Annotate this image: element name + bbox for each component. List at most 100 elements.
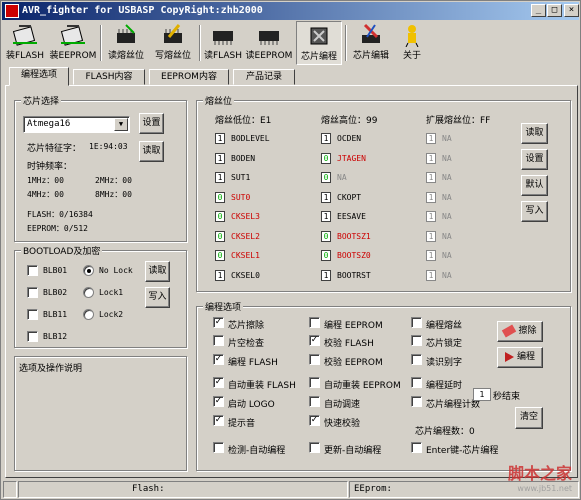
load-eeprom-button[interactable]: 装EEPROM: [49, 21, 97, 65]
option-checkbox[interactable]: [213, 335, 224, 346]
blb12-checkbox[interactable]: [27, 331, 38, 342]
fuse-bit-box[interactable]: 0: [215, 250, 225, 261]
read-flash-button[interactable]: 读FLASH: [203, 21, 243, 65]
tab-product-record[interactable]: 产品记录: [233, 69, 295, 85]
blb11-checkbox[interactable]: [27, 309, 38, 320]
read-eeprom-button[interactable]: 读EEPROM: [245, 21, 293, 65]
option-checkbox[interactable]: [411, 396, 422, 407]
about-icon: [398, 23, 426, 48]
fuse-bit-box[interactable]: 1: [426, 230, 436, 242]
option-checkbox[interactable]: [411, 377, 422, 388]
close-button[interactable]: ×: [564, 4, 579, 17]
option-checkbox[interactable]: [411, 335, 422, 346]
option-checkbox[interactable]: [309, 317, 320, 328]
fuse-bit-name: CKSEL1: [231, 251, 260, 260]
fuse-bit-box[interactable]: 1: [426, 133, 436, 144]
fuse-bit-box[interactable]: 1: [426, 211, 436, 222]
fuse-bit-box[interactable]: 1: [321, 133, 331, 144]
option-checkbox[interactable]: ✓: [213, 415, 224, 426]
option-label: 检测-自动编程: [228, 446, 286, 456]
program-options-group: 编程选项 ✓ 芯片擦除 编程 EEPROM 编程熔丝 片空检查 ✓ 校验 FLASH 芯片锁定…: [196, 300, 571, 471]
about-button[interactable]: 关于: [397, 21, 427, 65]
option-checkbox[interactable]: ✓: [213, 317, 224, 328]
program-button[interactable]: 编程: [497, 347, 543, 368]
chip-edit-button[interactable]: 芯片编辑: [349, 21, 393, 65]
fuse-bit-name: NA: [337, 173, 347, 182]
minimize-button[interactable]: _: [531, 4, 546, 17]
fuse-bit-box[interactable]: 1: [426, 269, 436, 281]
fuse-bit-box[interactable]: 0: [215, 191, 225, 203]
option-checkbox[interactable]: [309, 377, 320, 388]
fuse-low-title: 熔丝低位：E1: [215, 116, 272, 126]
fuse-bit-box[interactable]: 1: [321, 269, 331, 281]
load-flash-button[interactable]: 装FLASH: [5, 21, 45, 65]
clear-button[interactable]: 清空: [515, 407, 543, 429]
fuse-write-button[interactable]: 写入: [521, 201, 548, 222]
fuse-bit-box[interactable]: 0: [321, 152, 331, 164]
maximize-button[interactable]: □: [547, 4, 562, 17]
option-checkbox[interactable]: ✓: [309, 415, 320, 426]
clock-4mhz: 4MHz：00: [27, 190, 64, 199]
lock1-radio[interactable]: [83, 287, 94, 298]
erase-button[interactable]: 擦除: [497, 321, 543, 342]
option-checkbox[interactable]: ✓: [213, 354, 224, 365]
blb02-label: BLB02: [43, 288, 68, 297]
blb01-checkbox[interactable]: [27, 265, 38, 276]
fuse-bit-box[interactable]: 1: [321, 191, 331, 203]
signature-label: 芯片特征字：: [27, 144, 82, 154]
option-checkbox[interactable]: ✓: [309, 335, 320, 346]
window-title: AVR_fighter for USBASP CopyRight:zhb2000: [22, 5, 263, 16]
option-checkbox[interactable]: [309, 354, 320, 365]
watermark-text: 脚本之家: [507, 464, 572, 483]
option-checkbox[interactable]: ✓: [213, 377, 224, 388]
tab-eeprom-content[interactable]: EEPROM内容: [149, 69, 229, 85]
fuse-bit-name: SUT1: [231, 173, 251, 182]
chip-model-select[interactable]: Atmega16 ▼: [23, 116, 130, 133]
read-flash-label: 读FLASH: [203, 51, 243, 61]
fuse-bit-box[interactable]: 1: [426, 250, 436, 261]
lock2-radio[interactable]: [83, 309, 94, 320]
fuse-set-button[interactable]: 设置: [521, 149, 548, 170]
fuse-bit-box[interactable]: 0: [321, 172, 331, 183]
chip-read-button[interactable]: 读取: [139, 141, 164, 162]
fuse-bit-name: OCDEN: [337, 134, 362, 143]
chip-set-button[interactable]: 设置: [139, 113, 164, 134]
load-flash-label: 装FLASH: [5, 51, 45, 61]
fuse-bit-box[interactable]: 0: [215, 230, 225, 242]
delay-stepper[interactable]: 1: [473, 388, 491, 401]
bootlock-write-button[interactable]: 写入: [145, 287, 170, 308]
fuse-bit-box[interactable]: 0: [215, 211, 225, 222]
fuse-bit-box[interactable]: 1: [215, 133, 225, 144]
fuse-bit-box[interactable]: 1: [426, 172, 436, 183]
option-checkbox[interactable]: [411, 317, 422, 328]
fuse-bit-box[interactable]: 1: [426, 191, 436, 203]
fuse-bit-box[interactable]: 1: [426, 152, 436, 164]
write-fuse-button[interactable]: 写熔丝位: [151, 21, 195, 65]
read-fuse-button[interactable]: 读熔丝位: [104, 21, 148, 65]
option-checkbox[interactable]: ✓: [213, 396, 224, 407]
fuse-bit-box[interactable]: 1: [215, 152, 225, 164]
option-label: 芯片擦除: [228, 321, 265, 331]
fuse-bit-box[interactable]: 0: [321, 250, 331, 261]
fuse-bit-name: BODLEVEL: [231, 134, 270, 143]
blb12-label: BLB12: [43, 332, 68, 341]
tab-flash-content[interactable]: FLASH内容: [73, 69, 145, 85]
bootlock-group: BOOTLOAD及加密 BLB01 BLB02 BLB11 BLB12 No L…: [14, 244, 187, 348]
fuse-bit-box[interactable]: 1: [215, 269, 225, 281]
fuse-default-button[interactable]: 默认: [521, 175, 548, 196]
option-checkbox[interactable]: [309, 396, 320, 407]
option-checkbox[interactable]: [309, 442, 320, 453]
chip-program-button[interactable]: 芯片编程: [296, 21, 342, 65]
fuse-bit-box[interactable]: 1: [321, 211, 331, 222]
option-checkbox[interactable]: [411, 442, 422, 453]
nolock-radio[interactable]: [83, 265, 94, 276]
tab-program-options[interactable]: 编程选项: [9, 67, 69, 86]
blb02-checkbox[interactable]: [27, 287, 38, 298]
option-checkbox[interactable]: [411, 354, 422, 365]
fuse-bit-box[interactable]: 1: [215, 172, 225, 183]
fuse-bit-box[interactable]: 0: [321, 230, 331, 242]
bootlock-read-button[interactable]: 读取: [145, 261, 170, 282]
option-checkbox[interactable]: [213, 442, 224, 453]
option-label: 自动重装 EEPROM: [324, 381, 401, 391]
fuse-read-button[interactable]: 读取: [521, 123, 548, 144]
